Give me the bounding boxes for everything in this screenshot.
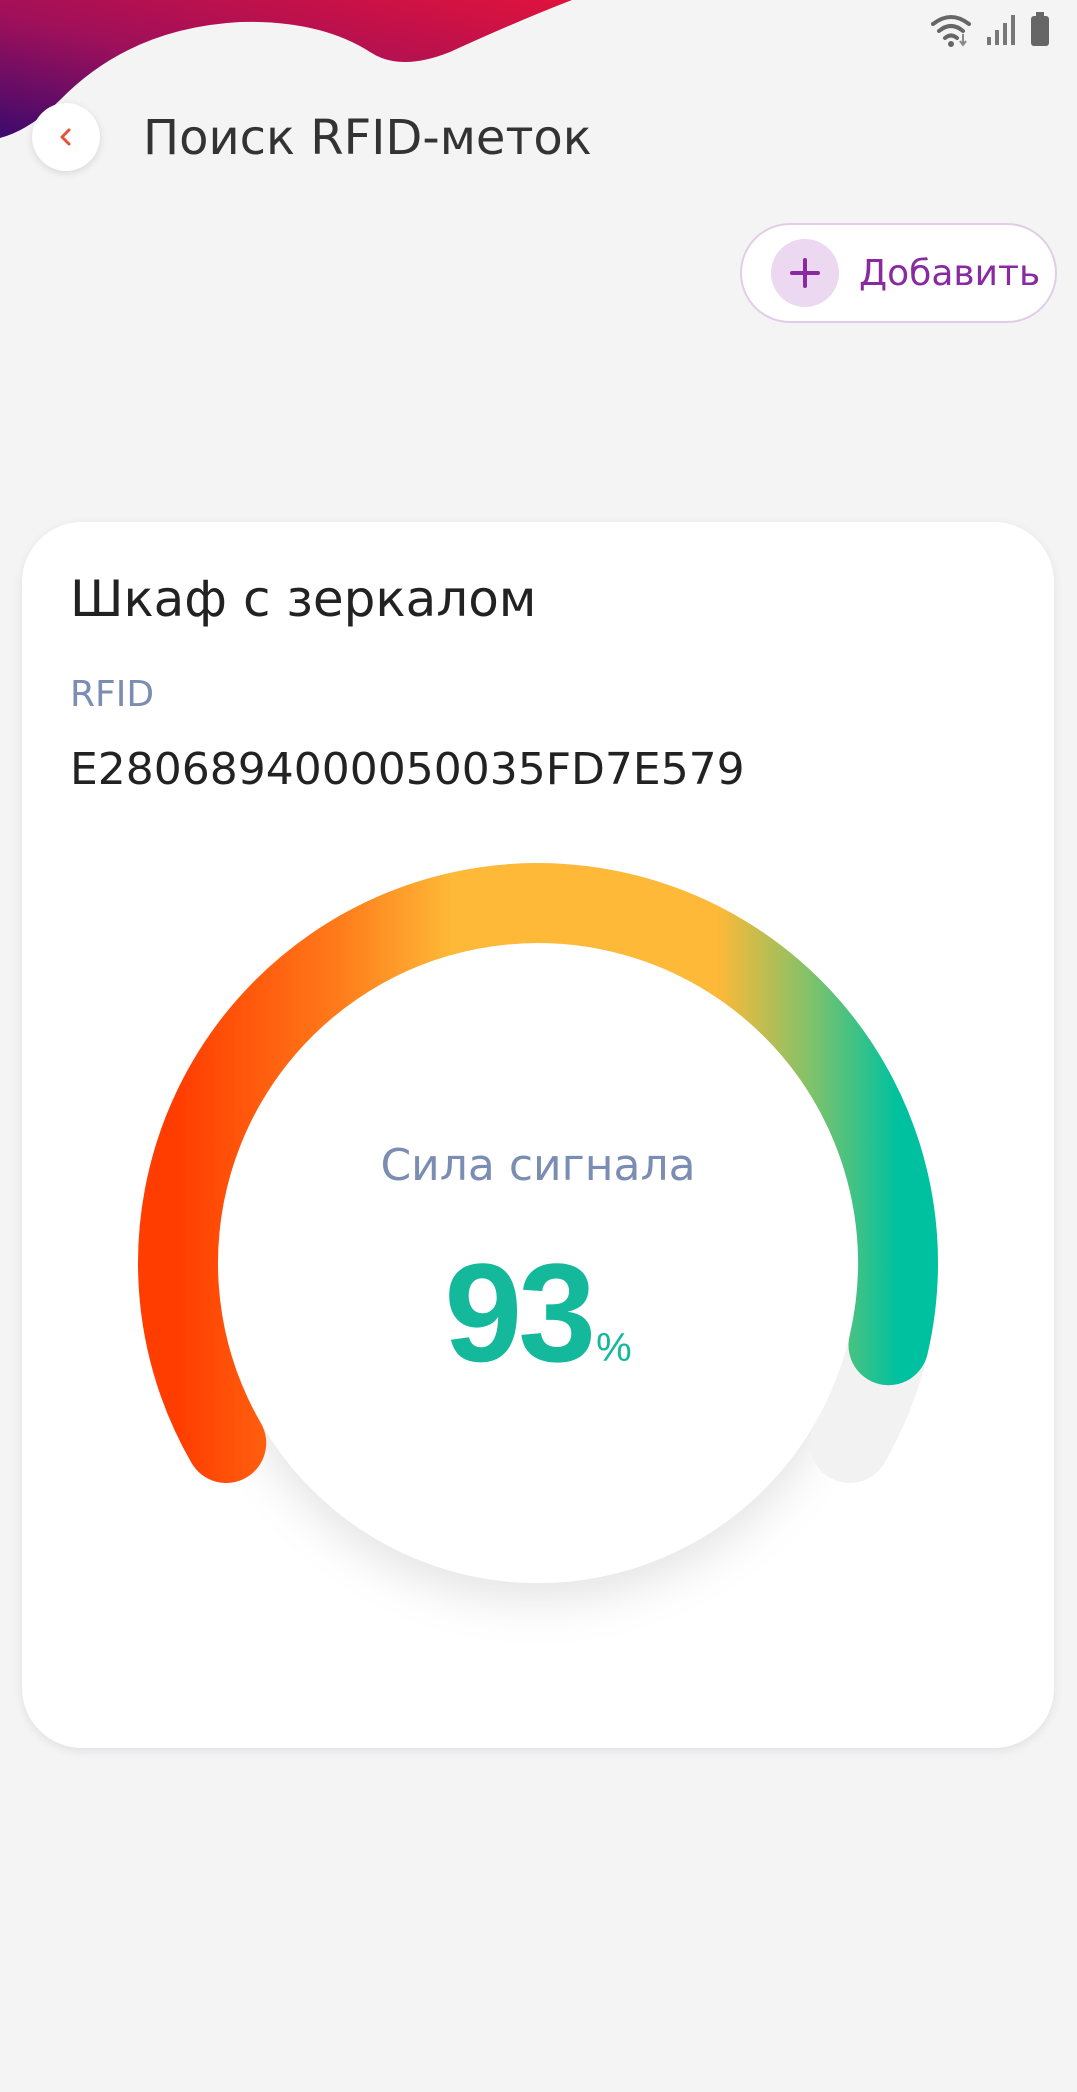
page-title: Поиск RFID-меток xyxy=(143,110,592,166)
signal-unit: % xyxy=(596,1326,632,1370)
battery-icon xyxy=(1031,12,1049,46)
wifi-icon xyxy=(931,15,971,47)
status-bar xyxy=(929,12,1051,48)
chevron-left-icon xyxy=(60,128,71,146)
add-button[interactable]: Добавить xyxy=(740,223,1057,323)
plus-icon xyxy=(771,239,839,307)
back-button[interactable] xyxy=(32,103,100,171)
signal-readout: 93% xyxy=(22,1232,1054,1394)
rfid-tag-card: Шкаф с зеркалом RFID E2806894000050035FD… xyxy=(22,522,1054,1748)
signal-caption: Сила сигнала xyxy=(380,1140,696,1191)
signal-gauge xyxy=(138,863,938,1583)
signal-value: 93 xyxy=(444,1234,596,1391)
cellular-signal-icon xyxy=(987,15,1015,45)
add-button-label: Добавить xyxy=(859,252,1041,294)
